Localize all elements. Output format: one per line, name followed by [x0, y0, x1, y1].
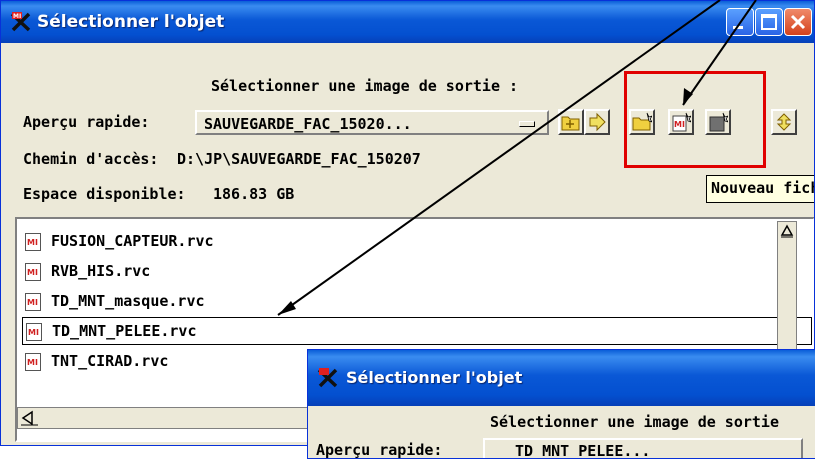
list-item-selected[interactable]: MI TD_MNT_PELEE.rvc: [22, 317, 812, 345]
tooltip: Nouveau fichier: [706, 175, 814, 203]
window-title-2: Sélectionner l'objet: [346, 368, 523, 387]
quick-preview-label-2: Aperçu rapide:: [316, 441, 443, 459]
svg-text:MI: MI: [27, 358, 38, 367]
svg-text:MI: MI: [13, 13, 21, 20]
list-item[interactable]: MI FUSION_CAPTEUR.rvc: [25, 228, 814, 256]
close-button[interactable]: [784, 8, 812, 36]
space-value: 186.83 GB: [213, 185, 295, 203]
quick-preview-dropdown[interactable]: SAUVEGARDE_FAC_15020...: [195, 110, 549, 135]
scroll-up-icon: [780, 224, 794, 238]
up-down-arrow-icon: [776, 113, 792, 131]
quick-preview-value-2: TD_MNT_PELEE...: [515, 442, 651, 459]
open-folder-button[interactable]: [558, 109, 584, 135]
svg-text:MI: MI: [27, 268, 38, 277]
svg-text:MI: MI: [27, 298, 38, 307]
space-label: Espace disponible:: [23, 185, 186, 203]
maximize-button[interactable]: [755, 8, 783, 36]
svg-text:MI: MI: [28, 328, 39, 337]
dialog-heading-2: Sélectionner une image de sortie: [490, 413, 779, 431]
file-icon: MI: [25, 293, 41, 311]
quick-preview-dropdown-2[interactable]: TD_MNT_PELEE...: [483, 438, 803, 459]
dropdown-indicator-icon: [519, 121, 535, 127]
file-name: FUSION_CAPTEUR.rvc: [51, 232, 214, 250]
close-icon: [790, 14, 806, 30]
window-title: Sélectionner l'objet: [37, 12, 225, 32]
minimize-icon: [733, 26, 743, 29]
file-name: RVB_HIS.rvc: [51, 262, 151, 280]
highlight-box: [624, 71, 766, 168]
file-name: TD_MNT_masque.rvc: [51, 292, 205, 310]
navigate-button[interactable]: [584, 109, 610, 135]
list-item[interactable]: MI TD_MNT_masque.rvc: [25, 288, 814, 316]
arrow-right-icon: [589, 112, 606, 132]
file-name: TD_MNT_PELEE.rvc: [52, 322, 197, 340]
list-item[interactable]: MI RVB_HIS.rvc: [25, 258, 814, 286]
horizontal-scrollbar[interactable]: [17, 407, 317, 429]
folder-icon: [561, 116, 580, 131]
app-icon: [317, 368, 338, 388]
dialog-heading: Sélectionner une image de sortie :: [211, 77, 519, 95]
file-name: TNT_CIRAD.rvc: [51, 352, 169, 370]
app-icon: MI: [10, 12, 31, 32]
maximize-icon: [761, 14, 777, 30]
scroll-left-icon: [21, 410, 308, 426]
file-icon: MI: [26, 323, 42, 341]
file-icon: MI: [25, 353, 41, 371]
quick-preview-label: Aperçu rapide:: [23, 113, 150, 131]
path-value: D:\JP\SAUVEGARDE_FAC_150207: [177, 150, 421, 168]
select-object-window-2: Sélectionner l'objet Sélectionner une im…: [307, 349, 815, 459]
up-down-button[interactable]: [771, 109, 797, 135]
svg-text:MI: MI: [27, 238, 38, 247]
title-bar[interactable]: MI Sélectionner l'objet: [1, 1, 814, 43]
path-label: Chemin d'accès:: [23, 150, 159, 168]
minimize-button[interactable]: [726, 8, 754, 36]
quick-preview-value: SAUVEGARDE_FAC_15020...: [204, 115, 412, 133]
file-icon: MI: [25, 233, 41, 251]
file-icon: MI: [25, 263, 41, 281]
title-bar-2[interactable]: Sélectionner l'objet: [308, 350, 815, 406]
